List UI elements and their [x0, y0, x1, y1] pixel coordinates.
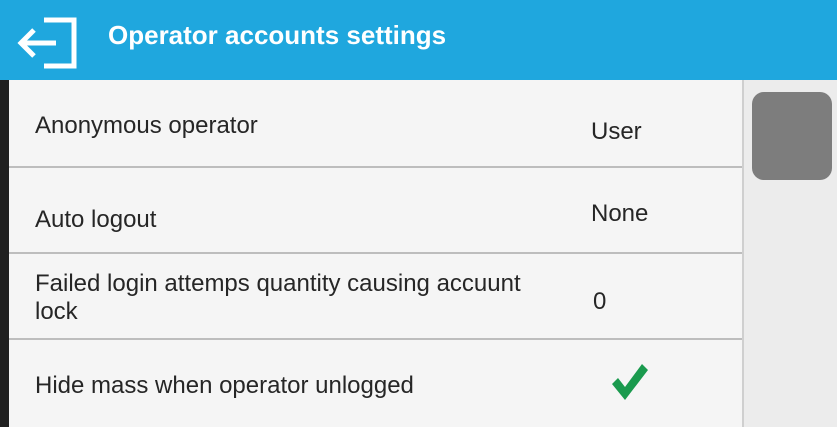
settings-list: Anonymous operator User Auto logout None… [9, 80, 742, 427]
title-bar: Operator accounts settings [0, 0, 837, 80]
setting-label: Anonymous operator [35, 112, 258, 139]
setting-value: None [591, 200, 649, 227]
scrollbar-track[interactable] [742, 80, 837, 427]
setting-row-anonymous-operator[interactable]: Anonymous operator User [9, 80, 742, 168]
page-title: Operator accounts settings [108, 20, 447, 50]
setting-row-hide-mass[interactable]: Hide mass when operator unlogged [9, 340, 742, 427]
settings-screen: Operator accounts settings Anonymous ope… [0, 0, 837, 427]
back-button[interactable] [14, 12, 88, 72]
exit-arrow-icon [17, 17, 77, 69]
setting-label: Auto logout [35, 206, 157, 233]
setting-value: 0 [593, 288, 607, 315]
scrollbar-thumb[interactable] [752, 92, 832, 180]
left-frame-edge [0, 80, 9, 427]
setting-label: Failed login attemps quantity causing ac… [35, 270, 521, 325]
setting-row-failed-login-attempts[interactable]: Failed login attemps quantity causing ac… [9, 254, 742, 340]
setting-row-auto-logout[interactable]: Auto logout None [9, 168, 742, 254]
checkmark-icon [612, 364, 648, 400]
setting-value: User [591, 118, 642, 145]
setting-label: Hide mass when operator unlogged [35, 372, 414, 399]
